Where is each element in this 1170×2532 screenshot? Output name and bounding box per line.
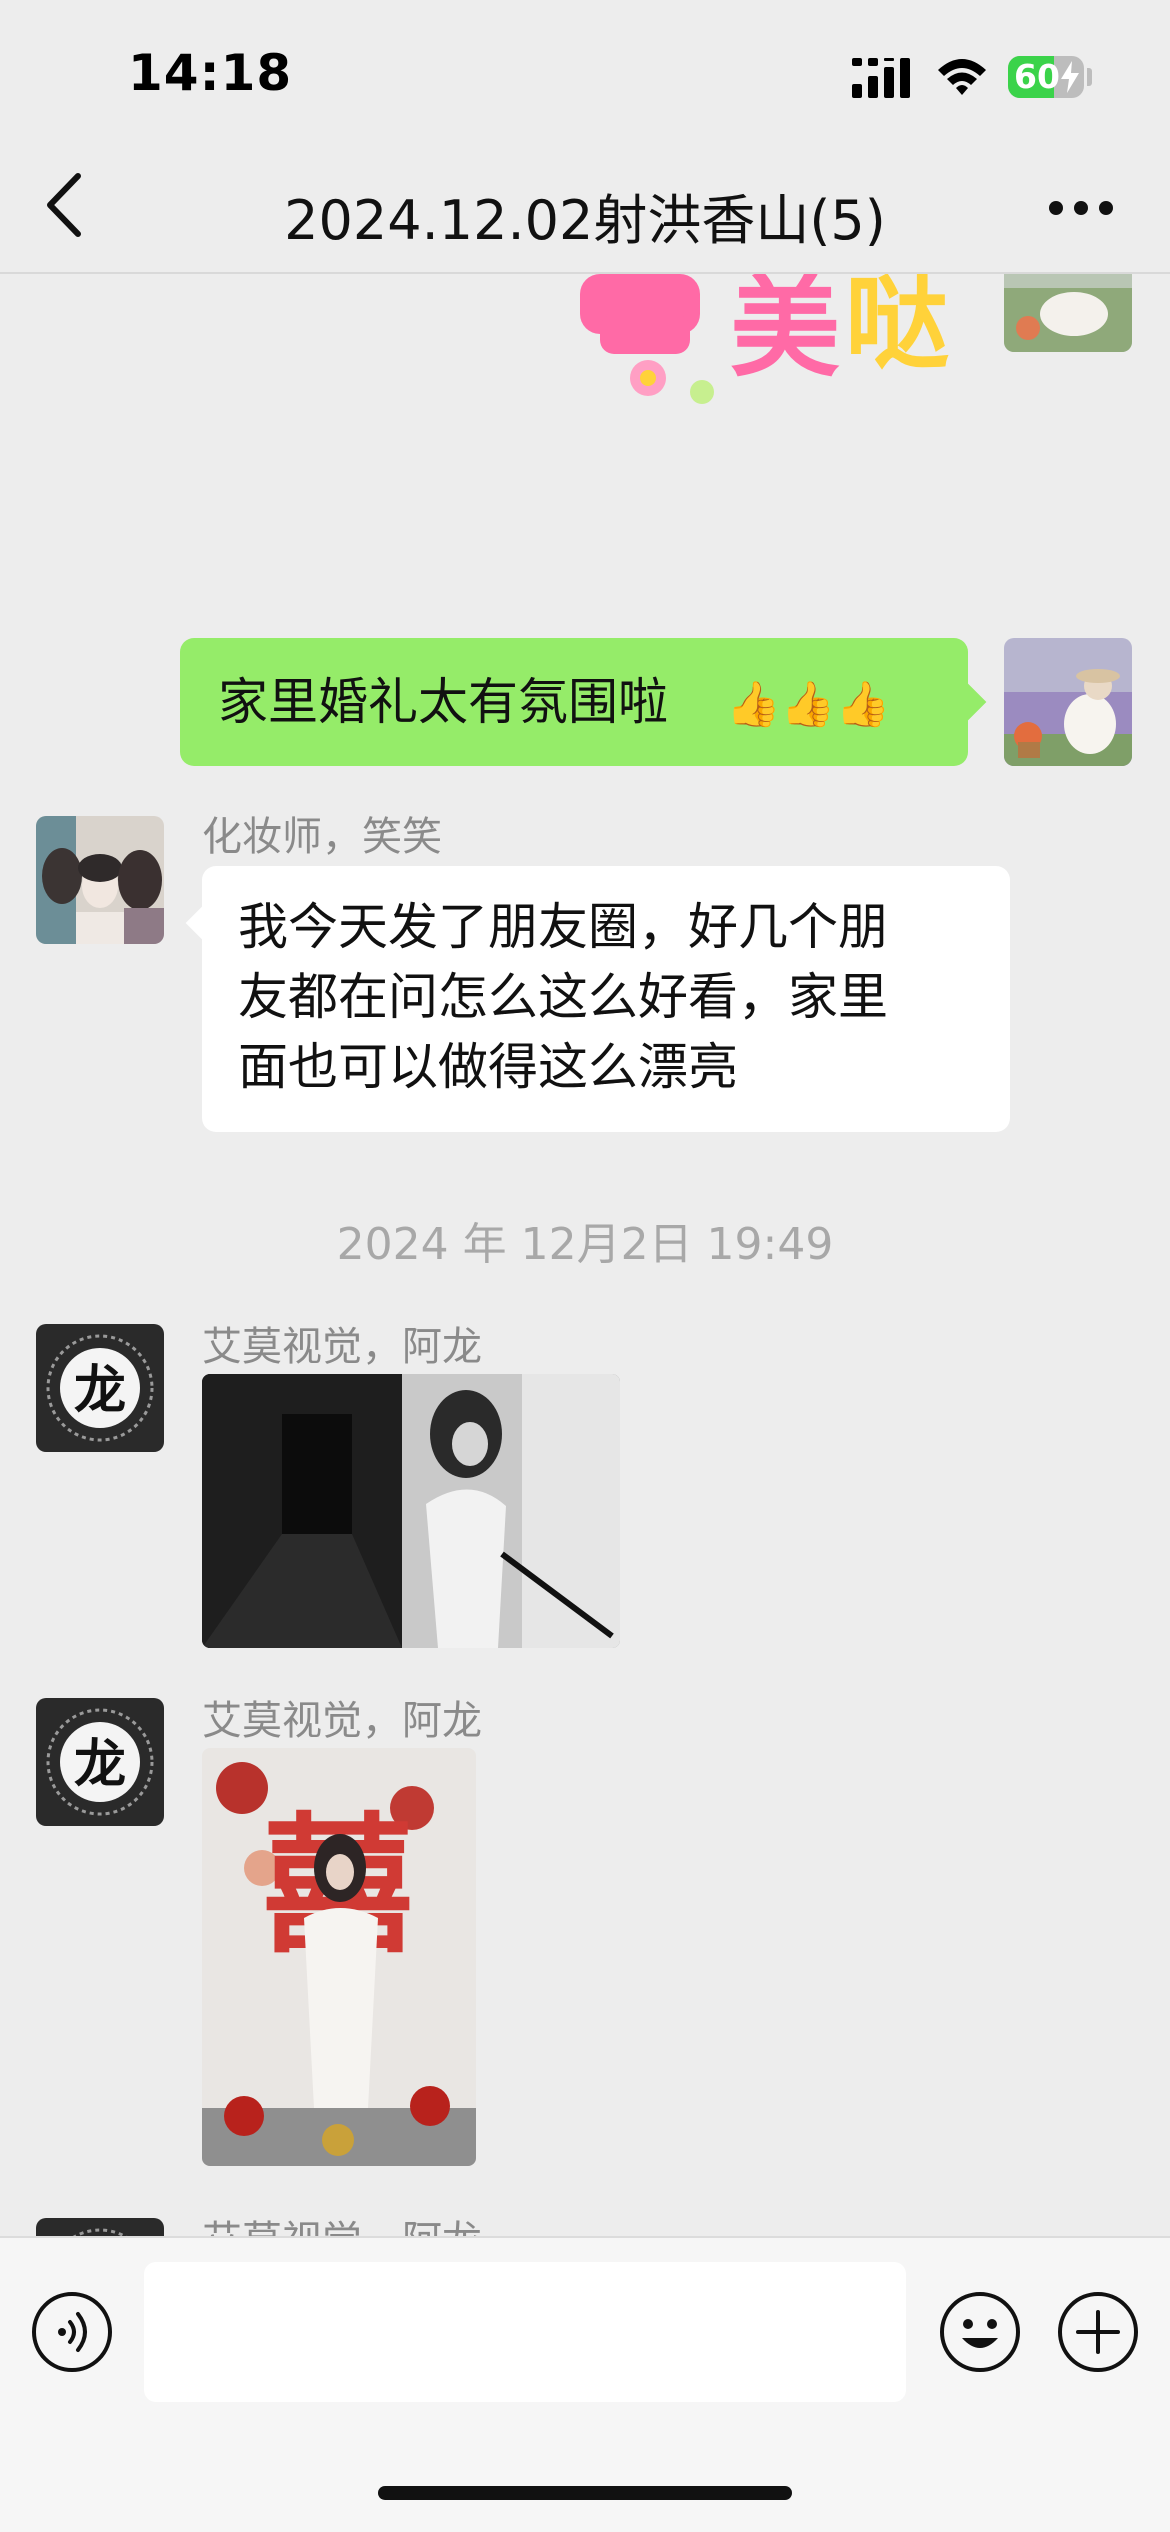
message-line: 面也可以做得这么漂亮: [238, 1038, 738, 1096]
status-bar: 14:18 60: [0, 0, 1170, 140]
message-text: 家里婚礼太有氛围啦: [218, 673, 668, 731]
battery-icon: 60: [1008, 56, 1084, 98]
message-line: 我今天发了朋友圈，好几个朋: [238, 898, 888, 956]
battery-cap: [1087, 68, 1092, 86]
bubble-tail: [185, 904, 223, 942]
my-avatar[interactable]: [1004, 274, 1132, 352]
charging-bolt-icon: [1061, 61, 1079, 93]
message-line: 友都在问怎么这么好看，家里: [238, 968, 888, 1026]
signal-icon: [852, 58, 910, 98]
sender-avatar[interactable]: [36, 816, 164, 944]
sender-name: 化妆师，笑笑: [202, 814, 442, 860]
plus-icon[interactable]: [1056, 2290, 1140, 2374]
bubble-tail: [949, 683, 987, 721]
sender-avatar[interactable]: 龙: [36, 2218, 164, 2236]
sender-name: 艾莫视觉，阿龙: [202, 1324, 482, 1370]
status-time: 14:18: [128, 44, 293, 102]
sender-name: 艾莫视觉，阿龙: [202, 2208, 482, 2236]
chat-title: 2024.12.02射洪香山(5): [284, 189, 886, 252]
outgoing-message-bubble[interactable]: 家里婚礼太有氛围啦 👍👍👍: [180, 638, 987, 766]
message-input[interactable]: [144, 2262, 906, 2402]
chat-header: 2024.12.02射洪香山(5): [0, 140, 1170, 274]
svg-text:哒: 哒: [845, 274, 949, 383]
voice-icon[interactable]: [30, 2290, 114, 2374]
sender-avatar[interactable]: 龙: [36, 1698, 164, 1826]
home-indicator[interactable]: [378, 2486, 792, 2500]
photo-message[interactable]: [202, 1374, 620, 1648]
sender-name: 艾莫视觉，阿龙: [202, 1698, 482, 1744]
thumbs-up-emoji: 👍👍👍: [726, 679, 891, 730]
emoji-icon[interactable]: [938, 2290, 1022, 2374]
timestamp: 2024 年 12月2日 19:49: [336, 1219, 834, 1270]
wifi-icon: [938, 59, 986, 95]
my-avatar[interactable]: [1004, 638, 1132, 766]
sender-avatar[interactable]: 龙: [36, 1324, 164, 1452]
incoming-message-bubble[interactable]: 我今天发了朋友圈，好几个朋 友都在问怎么这么好看，家里 面也可以做得这么漂亮: [185, 866, 1010, 1132]
sticker-message[interactable]: 美 哒: [570, 274, 970, 414]
battery-percent: 60: [1014, 57, 1060, 96]
avatar-glyph: 龙: [74, 1734, 126, 1795]
ellipsis-icon[interactable]: [1048, 200, 1114, 216]
avatar-glyph: 龙: [74, 1360, 126, 1421]
message-list[interactable]: 美 哒 家里婚礼太有氛围啦 👍👍👍 化妆师，笑笑 我今天发了朋友圈，好几个朋 友…: [0, 274, 1170, 2236]
photo-message[interactable]: 囍: [202, 1748, 476, 2166]
svg-text:美: 美: [730, 274, 840, 392]
